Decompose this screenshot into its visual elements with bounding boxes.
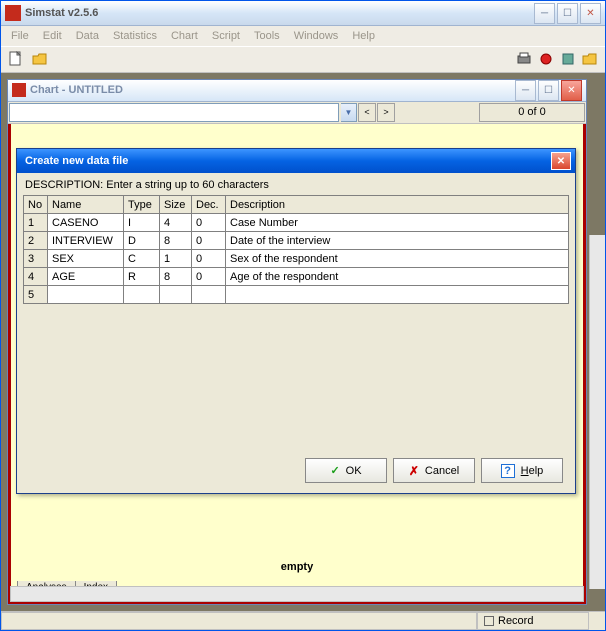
record-indicator-icon	[484, 616, 494, 626]
app-title: Simstat v2.5.6	[25, 7, 534, 19]
menu-windows[interactable]: Windows	[288, 28, 345, 44]
chart-counter: 0 of 0	[479, 103, 585, 122]
ok-button[interactable]: ✓OK	[305, 458, 387, 483]
check-icon: ✓	[330, 464, 339, 477]
dialog-buttons: ✓OK ✗Cancel ?Help	[23, 444, 569, 483]
tool-icon[interactable]	[559, 50, 577, 68]
cell-type[interactable]	[124, 286, 160, 304]
col-description: Description	[226, 196, 569, 214]
cell-size[interactable]: 4	[160, 214, 192, 232]
col-dec: Dec.	[192, 196, 226, 214]
col-name: Name	[48, 196, 124, 214]
chart-minimize-button[interactable]: ─	[515, 80, 536, 101]
col-no: No	[24, 196, 48, 214]
toolbar	[1, 46, 605, 73]
chart-window-title: Chart - UNTITLED	[30, 84, 515, 96]
table-row[interactable]: 2INTERVIEWD80Date of the interview	[24, 232, 569, 250]
status-record-label: Record	[498, 615, 533, 627]
question-icon: ?	[501, 464, 515, 478]
x-icon: ✗	[409, 464, 419, 478]
table-row[interactable]: 3SEXC10Sex of the respondent	[24, 250, 569, 268]
menubar: File Edit Data Statistics Chart Script T…	[1, 26, 605, 45]
minimize-button[interactable]: ─	[534, 3, 555, 24]
cell-type[interactable]: R	[124, 268, 160, 286]
menu-data[interactable]: Data	[70, 28, 105, 44]
table-row[interactable]: 4AGER80Age of the respondent	[24, 268, 569, 286]
dialog-title: Create new data file	[21, 155, 551, 167]
next-button[interactable]: >	[377, 103, 395, 122]
dialog-body: DESCRIPTION: Enter a string up to 60 cha…	[17, 173, 575, 493]
menu-file[interactable]: File	[5, 28, 35, 44]
new-file-icon[interactable]	[7, 50, 25, 68]
status-record: Record	[477, 612, 589, 630]
print-icon[interactable]	[515, 50, 533, 68]
cell-dec[interactable]: 0	[192, 250, 226, 268]
open-file-icon[interactable]	[31, 50, 49, 68]
col-type: Type	[124, 196, 160, 214]
cell-description[interactable]: Sex of the respondent	[226, 250, 569, 268]
cell-name[interactable]	[48, 286, 124, 304]
main-titlebar: Simstat v2.5.6 ─ ☐ ✕	[1, 1, 605, 26]
col-size: Size	[160, 196, 192, 214]
statusbar: Record	[1, 611, 605, 630]
menu-chart[interactable]: Chart	[165, 28, 204, 44]
fields-table: No Name Type Size Dec. Description 1CASE…	[23, 195, 569, 304]
cell-type[interactable]: I	[124, 214, 160, 232]
record-icon[interactable]	[537, 50, 555, 68]
cell-description[interactable]: Age of the respondent	[226, 268, 569, 286]
horizontal-scrollbar[interactable]	[10, 586, 584, 602]
cell-size[interactable]	[160, 286, 192, 304]
chart-close-button[interactable]: ✕	[561, 80, 582, 101]
vertical-scrollbar[interactable]	[589, 235, 605, 589]
combo-dropdown-icon[interactable]: ▼	[341, 103, 357, 122]
menu-tools[interactable]: Tools	[248, 28, 286, 44]
cell-no: 1	[24, 214, 48, 232]
cell-no: 3	[24, 250, 48, 268]
chart-titlebar: Chart - UNTITLED ─ ☐ ✕	[8, 80, 586, 102]
menu-edit[interactable]: Edit	[37, 28, 68, 44]
chart-empty-label: empty	[11, 561, 583, 573]
cancel-button[interactable]: ✗Cancel	[393, 458, 475, 483]
chart-maximize-button[interactable]: ☐	[538, 80, 559, 101]
cell-description[interactable]: Date of the interview	[226, 232, 569, 250]
cell-dec[interactable]	[192, 286, 226, 304]
prev-button[interactable]: <	[358, 103, 376, 122]
help-button[interactable]: ?Help	[481, 458, 563, 483]
cell-dec[interactable]: 0	[192, 268, 226, 286]
cell-no: 5	[24, 286, 48, 304]
cell-no: 4	[24, 268, 48, 286]
chart-nav-row: ▼ < > 0 of 0	[8, 102, 586, 124]
close-button[interactable]: ✕	[580, 3, 601, 24]
cell-size[interactable]: 8	[160, 232, 192, 250]
dialog-close-button[interactable]: ✕	[551, 152, 571, 170]
menu-script[interactable]: Script	[206, 28, 246, 44]
cell-type[interactable]: D	[124, 232, 160, 250]
table-row[interactable]: 5	[24, 286, 569, 304]
cell-dec[interactable]: 0	[192, 232, 226, 250]
cell-size[interactable]: 1	[160, 250, 192, 268]
cell-size[interactable]: 8	[160, 268, 192, 286]
chart-window-icon	[12, 83, 26, 97]
folder-icon[interactable]	[581, 50, 599, 68]
cell-description[interactable]	[226, 286, 569, 304]
cell-name[interactable]: CASENO	[48, 214, 124, 232]
app-icon	[5, 5, 21, 21]
cell-no: 2	[24, 232, 48, 250]
menu-statistics[interactable]: Statistics	[107, 28, 163, 44]
cell-dec[interactable]: 0	[192, 214, 226, 232]
table-row[interactable]: 1CASENOI40Case Number	[24, 214, 569, 232]
cell-description[interactable]: Case Number	[226, 214, 569, 232]
cell-name[interactable]: AGE	[48, 268, 124, 286]
status-message	[1, 612, 477, 630]
maximize-button[interactable]: ☐	[557, 3, 578, 24]
cell-name[interactable]: SEX	[48, 250, 124, 268]
dialog-description: DESCRIPTION: Enter a string up to 60 cha…	[23, 177, 569, 195]
cell-type[interactable]: C	[124, 250, 160, 268]
cell-name[interactable]: INTERVIEW	[48, 232, 124, 250]
dialog-titlebar: Create new data file ✕	[17, 149, 575, 173]
menu-help[interactable]: Help	[346, 28, 381, 44]
chart-selector-combo[interactable]	[9, 103, 339, 122]
create-data-file-dialog: Create new data file ✕ DESCRIPTION: Ente…	[16, 148, 576, 494]
